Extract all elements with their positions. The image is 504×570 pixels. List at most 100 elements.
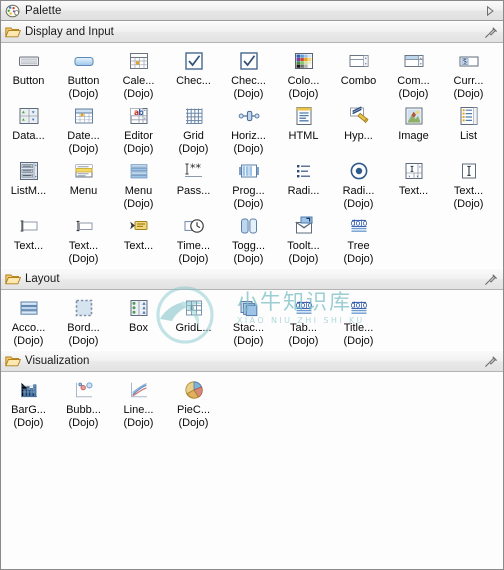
palette-item-sublabel: (Dojo) bbox=[233, 197, 264, 210]
palette-item[interactable]: Line... (Dojo) bbox=[111, 374, 166, 429]
palette-item[interactable]: a b Editor (Dojo) bbox=[111, 100, 166, 155]
palette-item-label: Line... bbox=[123, 404, 154, 416]
palette-drawer-header-layout[interactable]: Layout bbox=[1, 268, 503, 290]
palette-item[interactable]: Image bbox=[386, 100, 441, 155]
palette-item-sublabel: (Dojo) bbox=[288, 334, 319, 347]
palette-item[interactable]: Stac... (Dojo) bbox=[221, 292, 276, 347]
dojo-button-icon bbox=[72, 49, 96, 73]
drawer-label: Layout bbox=[25, 273, 60, 285]
palette-item-label: Text... bbox=[68, 240, 99, 252]
palette-item-label: Text... bbox=[13, 240, 44, 252]
editor-icon: ab bbox=[127, 104, 151, 128]
textinput-icon bbox=[17, 214, 41, 238]
palette-item-sublabel: (Dojo) bbox=[233, 87, 264, 100]
palette-item-sublabel: (Dojo) bbox=[68, 252, 99, 265]
palette-item[interactable]: Button bbox=[1, 45, 56, 100]
palette-item[interactable]: Bord... (Dojo) bbox=[56, 292, 111, 347]
palette-item-label: ListM... bbox=[10, 185, 47, 197]
palette-item-label: Button bbox=[67, 75, 100, 87]
grid-icon bbox=[182, 104, 206, 128]
palette-item[interactable]: Colo... (Dojo) bbox=[276, 45, 331, 100]
palette-item[interactable]: Horiz... (Dojo) bbox=[221, 100, 276, 155]
pin-icon[interactable] bbox=[483, 355, 498, 369]
palette-item[interactable]: Combo bbox=[331, 45, 386, 100]
palette-item[interactable]: Hyp... bbox=[331, 100, 386, 155]
palette-item[interactable]: Button (Dojo) bbox=[56, 45, 111, 100]
palette-item-sublabel: (Dojo) bbox=[288, 252, 319, 265]
palette-drawer-header-visualization[interactable]: Visualization bbox=[1, 350, 503, 372]
palette-drawer-header-display-and-input[interactable]: Display and Input bbox=[1, 21, 503, 43]
hyperlink-icon bbox=[347, 104, 371, 128]
palette-drawer-body: Acco... (Dojo) Bord... (Dojo) Box GridL... Sta… bbox=[1, 290, 503, 350]
palette-item-sublabel: (Dojo) bbox=[343, 252, 374, 265]
palette-item-label: Chec... bbox=[231, 75, 266, 87]
palette-item-sublabel: (Dojo) bbox=[13, 334, 44, 347]
stack-container-icon bbox=[237, 296, 261, 320]
palette-item[interactable]: Togg... (Dojo) bbox=[221, 210, 276, 265]
palette-item[interactable]: Menu (Dojo) bbox=[111, 155, 166, 210]
palette-item[interactable]: Bubb... (Dojo) bbox=[56, 374, 111, 429]
currency-icon: $ bbox=[457, 49, 481, 73]
palette-item-label: Stac... bbox=[232, 322, 265, 334]
palette-item-label: Pass... bbox=[176, 185, 211, 197]
palette-item[interactable]: GridL... bbox=[166, 292, 221, 347]
palette-item-label: Text... bbox=[453, 185, 484, 197]
palette-item[interactable]: Chec... bbox=[166, 45, 221, 100]
palette-item[interactable]: Chec... (Dojo) bbox=[221, 45, 276, 100]
palette-item[interactable]: Radi... bbox=[276, 155, 331, 210]
palette-item[interactable]: dojo Title... (Dojo) bbox=[331, 292, 386, 347]
palette-item-sublabel: (Dojo) bbox=[233, 252, 264, 265]
palette-item-label: List bbox=[459, 130, 478, 142]
palette-item-label: Tree bbox=[347, 240, 370, 252]
open-folder-icon bbox=[5, 354, 22, 368]
palette-item[interactable]: Box bbox=[111, 292, 166, 347]
pin-icon[interactable] bbox=[483, 273, 498, 287]
horizontal-slider-icon bbox=[237, 104, 261, 128]
palette-item[interactable]: Text... (Dojo) bbox=[441, 155, 496, 210]
palette-item[interactable]: Radi... (Dojo) bbox=[331, 155, 386, 210]
palette-item-label: Text... bbox=[123, 240, 154, 252]
svg-text:**: ** bbox=[190, 161, 202, 174]
drawer-label: Visualization bbox=[25, 355, 90, 367]
accordion-icon bbox=[17, 296, 41, 320]
palette-item[interactable]: Menu bbox=[56, 155, 111, 210]
palette-item-sublabel: (Dojo) bbox=[343, 197, 374, 210]
palette-item[interactable]: Text... bbox=[386, 155, 441, 210]
palette-item[interactable]: Cale... (Dojo) bbox=[111, 45, 166, 100]
palette-sections: Display and Input Button Button (Dojo) Cale.… bbox=[1, 21, 503, 432]
palette-item-label: Colo... bbox=[287, 75, 320, 87]
palette-item-sublabel: (Dojo) bbox=[453, 197, 484, 210]
palette-item[interactable]: dojo Tree (Dojo) bbox=[331, 210, 386, 265]
palette-item-label: BarG... bbox=[11, 404, 46, 416]
palette-item[interactable]: dojo Tab... (Dojo) bbox=[276, 292, 331, 347]
gridlayout-icon bbox=[182, 296, 206, 320]
palette-item[interactable]: Text... bbox=[111, 210, 166, 265]
palette-item[interactable]: Prog... (Dojo) bbox=[221, 155, 276, 210]
palette-item[interactable]: Toolt... (Dojo) bbox=[276, 210, 331, 265]
palette-item[interactable]: HTML bbox=[276, 100, 331, 155]
palette-item[interactable]: BarG... (Dojo) bbox=[1, 374, 56, 429]
progressbar-icon bbox=[237, 159, 261, 183]
dojo-checkbox-icon bbox=[237, 49, 261, 73]
palette-item[interactable]: PieC... (Dojo) bbox=[166, 374, 221, 429]
palette-item-label: Radi... bbox=[287, 185, 320, 197]
palette-item[interactable]: ListM... bbox=[1, 155, 56, 210]
toggle-button-icon bbox=[237, 214, 261, 238]
pin-icon[interactable] bbox=[483, 26, 498, 40]
palette-item[interactable]: $ Curr... (Dojo) bbox=[441, 45, 496, 100]
palette-item[interactable]: Time... (Dojo) bbox=[166, 210, 221, 265]
dojo-tree-icon: dojo bbox=[347, 214, 371, 238]
palette-item[interactable]: Com... (Dojo) bbox=[386, 45, 441, 100]
palette-item[interactable]: Acco... (Dojo) bbox=[1, 292, 56, 347]
palette-item-sublabel: (Dojo) bbox=[343, 334, 374, 347]
palette-item[interactable]: Grid (Dojo) bbox=[166, 100, 221, 155]
chevron-right-icon[interactable] bbox=[483, 4, 496, 17]
palette-item-label: Com... bbox=[397, 75, 430, 87]
palette-item[interactable]: List bbox=[441, 100, 496, 155]
palette-item[interactable]: ** Pass... bbox=[166, 155, 221, 210]
palette-item[interactable]: Text... (Dojo) bbox=[56, 210, 111, 265]
palette-item[interactable]: Text... bbox=[1, 210, 56, 265]
palette-item[interactable]: Data... bbox=[1, 100, 56, 155]
palette-title: Palette bbox=[25, 4, 62, 17]
palette-item[interactable]: Date... (Dojo) bbox=[56, 100, 111, 155]
